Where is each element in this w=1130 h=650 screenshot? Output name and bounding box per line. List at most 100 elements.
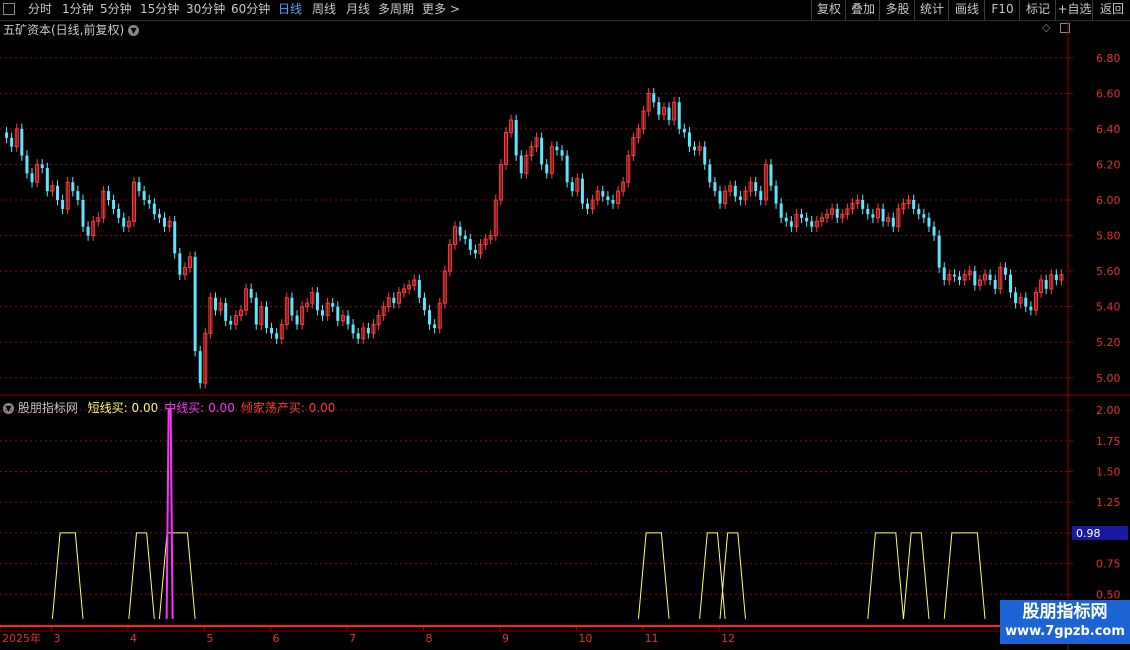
x-tick-label-10: 12 [721,632,735,645]
candle-body-150 [769,164,773,186]
main-tick-label-2: 6.40 [1096,123,1121,136]
candle-body-43 [224,303,228,321]
candle-body-41 [213,297,217,311]
x-tick-label-3: 5 [206,632,213,645]
candle-body-3 [20,128,24,156]
candle-body-127 [652,93,656,103]
candle-body-197 [1008,274,1012,293]
candle-body-5 [30,173,34,183]
candle-body-91 [468,239,472,250]
candle-body-118 [606,196,610,200]
candle-body-174 [891,217,895,227]
candle-body-186 [952,274,956,277]
candle-body-7 [40,164,44,168]
candle-body-105 [540,137,544,165]
candle-body-132 [677,102,681,129]
candle-body-30 [157,214,161,218]
candle-body-27 [142,191,146,200]
ind-tick-label-5: 0.75 [1096,558,1121,571]
candle-body-33 [173,221,177,254]
candle-body-183 [937,235,941,268]
candle-body-128 [657,102,661,115]
ind-tick-label-3: 1.25 [1096,496,1121,509]
axes: 6.80 6.60 6.40 6.20 6.00 5.80 5.60 5.40 5.20 5.00… [0,20,1130,650]
candle-body-1 [10,137,14,147]
x-tick-label-6: 8 [426,632,433,645]
candle-body-22 [117,208,121,218]
indicator-series [51,409,986,619]
candle-body-20 [106,191,110,200]
candle-body-114 [586,203,590,209]
candlestick-series [5,88,1064,389]
candle-body-163 [835,208,839,218]
x-tick-label-5: 7 [349,632,356,645]
candle-body-204 [1044,280,1048,289]
candle-body-48 [249,288,253,298]
candle-body-31 [163,217,167,227]
candle-body-169 [866,208,870,215]
candle-body-26 [137,182,141,192]
candle-body-109 [560,150,564,156]
watermark-name: 股朋指标网 [1022,602,1108,622]
main-tick-label-6: 5.60 [1096,265,1121,278]
candle-body-117 [601,191,605,197]
candle-body-0 [5,132,9,138]
candle-body-67 [346,315,350,325]
candle-body-180 [922,214,926,218]
mid-buy-spike [165,409,174,619]
candle-body-158 [810,221,814,227]
candle-body-147 [754,182,758,192]
candle-body-151 [774,185,778,204]
candle-body-113 [580,178,584,204]
candle-body-178 [912,200,916,209]
watermark-logo: 股朋指标网 www.7gpzb.com [1000,600,1130,644]
grid-lines [0,57,1068,595]
candle-body-84 [433,324,437,328]
candle-body-144 [738,196,742,200]
candle-body-90 [463,235,467,240]
candle-body-62 [321,310,325,316]
candle-body-134 [687,132,691,147]
candle-body-37 [193,256,197,352]
candle-body-76 [392,297,396,304]
candle-body-140 [718,191,722,204]
candle-body-194 [993,280,997,289]
candle-body-29 [152,203,156,215]
short-buy-segment-7 [902,532,930,619]
candle-body-182 [932,226,936,236]
candle-body-82 [422,297,426,311]
candle-body-110 [565,155,569,183]
x-tick-label-2: 4 [130,632,137,645]
candle-body-108 [555,146,559,151]
chart-canvas[interactable]: 6.80 6.60 6.40 6.20 6.00 5.80 5.60 5.40 5.20 5.00… [0,0,1130,650]
candle-body-181 [927,217,931,227]
candle-body-68 [351,324,355,334]
current-value-label: 0.98 [1076,527,1101,540]
main-tick-label-4: 6.00 [1096,194,1121,207]
candle-body-81 [417,280,421,298]
candle-body-16 [86,226,90,236]
candle-body-148 [759,191,763,200]
candle-body-130 [667,107,671,120]
candle-body-101 [519,155,523,174]
x-tick-label-8: 10 [578,632,592,645]
candle-body-38 [198,351,202,384]
short-buy-segment-6 [867,532,904,619]
candle-body-28 [147,200,151,204]
candle-body-49 [254,297,258,325]
candle-body-135 [693,146,697,151]
candle-body-52 [270,328,274,334]
candle-body-172 [881,208,885,222]
x-tick-label-9: 11 [645,632,659,645]
candle-body-133 [682,128,686,133]
main-tick-label-5: 5.80 [1096,230,1121,243]
candle-body-83 [428,310,432,325]
short-buy-segment-8 [943,532,986,619]
candle-body-190 [973,271,977,286]
candle-body-152 [779,203,783,218]
candle-body-196 [1003,267,1007,275]
main-tick-label-0: 6.80 [1096,52,1121,65]
candle-body-193 [988,274,992,280]
candle-body-13 [71,182,75,192]
ind-tick-label-2: 1.50 [1096,466,1121,479]
